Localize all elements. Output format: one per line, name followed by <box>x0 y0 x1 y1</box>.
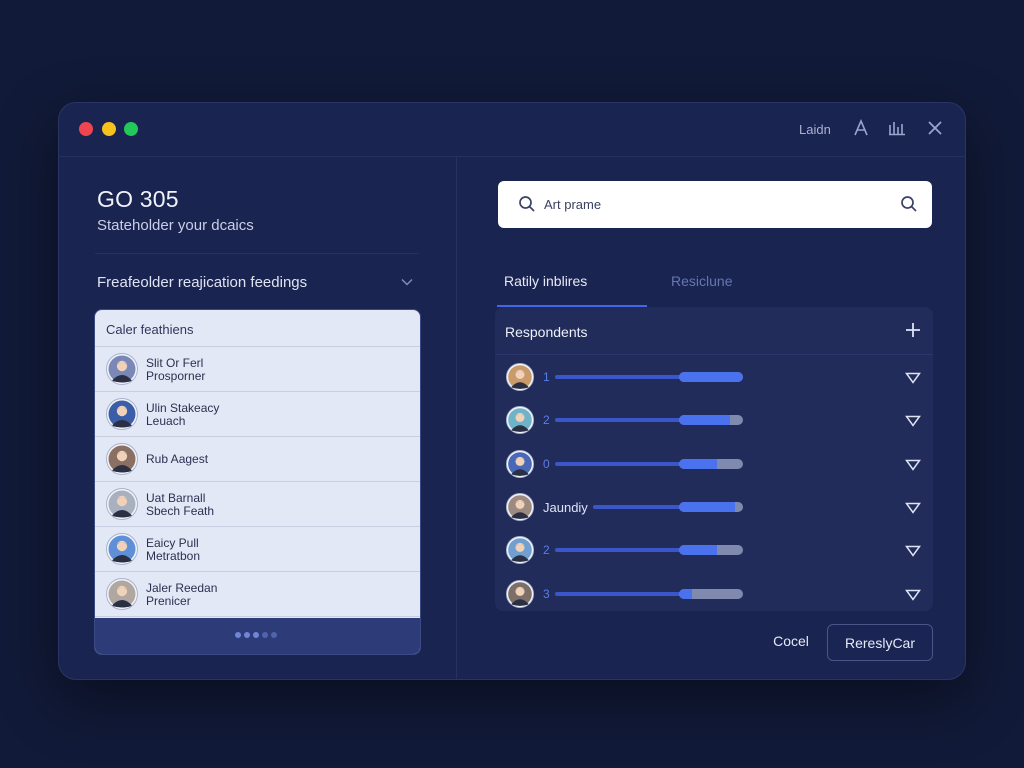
progress-fill <box>679 372 743 382</box>
progress-bar <box>679 458 743 469</box>
tab-ratily-inblires[interactable]: Ratily inblires <box>504 273 587 289</box>
user-icon[interactable] <box>852 118 870 137</box>
avatar <box>106 533 138 565</box>
progress-bar <box>679 415 743 426</box>
list-item-subtitle: Prosporner <box>146 369 206 383</box>
progress-track <box>555 418 681 423</box>
titlebar-label[interactable]: Laidn <box>799 122 831 137</box>
list-item-subtitle: Prenicer <box>146 594 191 608</box>
progress-bar <box>679 501 743 512</box>
progress-bar <box>679 588 743 599</box>
avatar <box>106 398 138 430</box>
progress-fill <box>679 501 736 512</box>
page-subtitle: Stateholder your dcaics <box>97 217 254 234</box>
search-icon <box>518 195 536 213</box>
list-header: Caler feathiens <box>95 310 420 347</box>
search-submit-icon[interactable] <box>900 195 918 213</box>
maximize-dot[interactable] <box>124 122 138 136</box>
progress-bar <box>679 545 743 556</box>
list-item[interactable]: Jaler Reedan Prenicer <box>95 572 420 617</box>
section-divider <box>95 253 419 254</box>
titlebar: Laidn <box>59 103 965 157</box>
search-bar[interactable] <box>498 181 932 228</box>
avatar <box>506 579 534 608</box>
triangle-down-icon[interactable] <box>905 544 921 557</box>
page-dot[interactable] <box>271 632 277 638</box>
avatar <box>106 443 138 475</box>
respondent-row[interactable]: 1 <box>495 357 933 397</box>
progress-track <box>555 375 681 379</box>
section-label[interactable]: Freafeolder reajication feedings <box>97 274 307 291</box>
respondent-row[interactable]: 3 <box>495 574 933 614</box>
respondent-label: Jaundiy <box>543 499 588 515</box>
progress-fill <box>679 458 718 469</box>
avatar <box>506 449 534 478</box>
progress-track <box>555 461 681 466</box>
avatar <box>106 488 138 520</box>
bar-chart-icon[interactable] <box>888 119 906 137</box>
page-dot[interactable] <box>262 632 268 638</box>
chevron-down-icon[interactable] <box>400 275 414 289</box>
respondents-title: Respondents <box>505 324 588 340</box>
respondent-label: 2 <box>543 413 550 428</box>
page-dot[interactable] <box>253 632 259 638</box>
avatar <box>506 536 534 565</box>
triangle-down-icon[interactable] <box>905 588 921 601</box>
respondent-row[interactable]: 2 <box>495 400 933 440</box>
list-item[interactable]: Uat Barnall Sbech Feath <box>95 482 420 527</box>
progress-track <box>593 504 681 509</box>
list-item-name: Rub Aagest <box>146 452 209 466</box>
list-item[interactable]: Eaicy Pull Metratbon <box>95 527 420 572</box>
app-window: Laidn GO 305 Stateholder your dcaics Fre… <box>58 102 966 680</box>
list-item[interactable]: Rub Aagest <box>95 437 420 482</box>
progress-bar <box>679 372 743 382</box>
progress-fill <box>679 545 718 556</box>
respondent-label: 2 <box>543 543 550 558</box>
search-input[interactable] <box>544 193 884 215</box>
avatar <box>106 353 138 385</box>
triangle-down-icon[interactable] <box>905 501 921 514</box>
page-title: GO 305 <box>97 186 179 212</box>
page-dot[interactable] <box>235 632 241 638</box>
avatar <box>506 492 534 521</box>
list-item-subtitle: Leuach <box>146 414 186 428</box>
triangle-down-icon[interactable] <box>905 414 921 428</box>
respondent-row[interactable]: 0 <box>495 444 933 484</box>
primary-button[interactable]: RereslyCar <box>827 624 933 661</box>
add-icon[interactable] <box>905 322 921 338</box>
progress-fill <box>679 415 731 426</box>
pagination-dots[interactable] <box>235 632 277 638</box>
page-dot[interactable] <box>244 632 250 638</box>
respondent-label: 3 <box>543 586 550 601</box>
respondent-label: 0 <box>543 456 550 471</box>
tab-resiclune[interactable]: Resiclune <box>671 273 732 289</box>
progress-track <box>555 591 681 596</box>
close-dot[interactable] <box>79 122 93 136</box>
triangle-down-icon[interactable] <box>905 458 921 471</box>
list-item[interactable]: Ulin Stakeacy Leuach <box>95 392 420 437</box>
list-item-subtitle: Sbech Feath <box>146 504 215 518</box>
progress-track <box>555 548 681 553</box>
avatar <box>506 363 534 391</box>
list-item[interactable]: Slit Or Ferl Prosporner <box>95 347 420 392</box>
column-divider <box>456 157 457 679</box>
cancel-button[interactable]: Cocel <box>765 625 817 657</box>
respondent-row[interactable]: 2 <box>495 530 933 570</box>
list-footer <box>95 618 420 654</box>
progress-fill <box>679 588 692 599</box>
respondent-label: 1 <box>543 370 550 384</box>
respondents-divider <box>495 354 933 355</box>
list-item-subtitle: Metratbon <box>146 549 201 563</box>
triangle-down-icon[interactable] <box>905 371 921 384</box>
avatar <box>106 578 138 610</box>
respondent-row[interactable]: Jaundiy <box>495 487 933 527</box>
minimize-dot[interactable] <box>102 122 116 136</box>
people-list: Caler feathiens Slit Or Ferl Prosporner Ul… <box>94 309 421 655</box>
close-icon[interactable] <box>926 119 944 137</box>
respondents-panel: Respondents 1 2 0 Jaundiy 2 3 <box>495 307 933 611</box>
avatar <box>506 406 534 435</box>
